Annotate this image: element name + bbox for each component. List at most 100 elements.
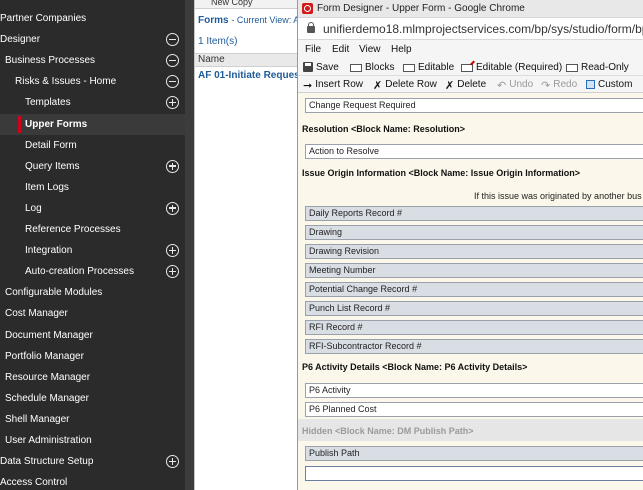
delete-row-icon: ✗ <box>373 80 383 92</box>
redo-button[interactable]: ↷ Redo <box>541 78 578 92</box>
sidebar-item-shell-manager[interactable]: Shell Manager <box>0 409 185 430</box>
sidebar-item-designer[interactable]: Designer <box>0 29 185 50</box>
items-count: 1 Item(s) <box>198 36 238 47</box>
form-canvas: Change Request Required Resolution <Bloc… <box>298 93 643 490</box>
column-header-name[interactable]: Name <box>195 53 298 67</box>
block-hidden-publish-path[interactable]: Hidden <Block Name: DM Publish Path> <box>302 426 474 436</box>
undo-button[interactable]: ↶ Undo <box>497 78 534 92</box>
minus-circle-icon[interactable] <box>166 33 179 47</box>
field-publish-path[interactable]: Publish Path <box>305 446 643 461</box>
sidebar-item-reference-processes[interactable]: Reference Processes <box>0 219 185 240</box>
sidebar-item-detail-form[interactable]: Detail Form <box>0 135 185 156</box>
field-p6-planned-cost[interactable]: P6 Planned Cost <box>305 402 643 417</box>
sidebar-item-access-control[interactable]: Access Control <box>0 472 185 490</box>
sidebar-item-log[interactable]: Log <box>0 198 185 219</box>
menu-view[interactable]: View <box>359 44 381 55</box>
menu-file[interactable]: File <box>305 44 321 55</box>
minus-circle-icon[interactable] <box>166 75 179 89</box>
forms-list-toolbar[interactable]: New Copy <box>195 0 298 9</box>
sidebar-item-upper-forms[interactable]: Upper Forms <box>0 113 185 135</box>
block-resolution[interactable]: Resolution <Block Name: Resolution> <box>302 124 465 134</box>
menu-help[interactable]: Help <box>391 44 412 55</box>
menu-edit[interactable]: Edit <box>332 44 349 55</box>
read-only-icon <box>566 64 578 72</box>
delete-row-button[interactable]: ✗ Delete Row <box>373 78 437 92</box>
editable-required-button[interactable]: Editable (Required) <box>461 61 562 74</box>
current-view-label[interactable]: - Current View: A <box>231 15 299 25</box>
plus-circle-icon[interactable] <box>166 244 179 258</box>
url-text[interactable]: unifierdemo18.mlmprojectservices.com/bp/… <box>323 22 643 36</box>
form-designer-toolbar-secondary: ➞ Insert Row ✗ Delete Row ✗ Delete ↶ Undo ↷ R… <box>298 76 643 93</box>
block-p6-activity[interactable]: P6 Activity Details <Block Name: P6 Acti… <box>302 362 527 372</box>
editable-required-icon <box>461 64 473 72</box>
sidebar-item-portfolio-manager[interactable]: Portfolio Manager <box>0 346 185 367</box>
save-button[interactable]: Save <box>303 61 339 74</box>
sidebar-item-label: Schedule Manager <box>5 392 89 404</box>
sidebar-scrollbar[interactable] <box>185 0 194 490</box>
sidebar-item-integration[interactable]: Integration <box>0 240 185 261</box>
forms-list-panel: New Copy Forms - Current View: A 1 Item(… <box>194 0 303 490</box>
field-rfi-record[interactable]: RFI Record # <box>305 320 643 335</box>
blocks-icon <box>350 64 362 72</box>
redo-label: Redo <box>553 79 578 90</box>
read-only-button[interactable]: Read-Only <box>566 61 629 74</box>
table-row[interactable]: AF 01-Initiate Request <box>198 70 303 81</box>
field-daily-reports-record[interactable]: Daily Reports Record # <box>305 206 643 221</box>
form-designer-toolbar: Save Blocks Editable Editable (Required)… <box>298 59 643 76</box>
field-drawing-revision[interactable]: Drawing Revision <box>305 244 643 259</box>
sidebar-item-data-structure-setup[interactable]: Data Structure Setup <box>0 451 185 472</box>
insert-row-button[interactable]: ➞ Insert Row <box>303 78 364 92</box>
app-logo-icon <box>302 3 313 14</box>
field-potential-change-record[interactable]: Potential Change Record # <box>305 282 643 297</box>
sidebar-item-templates[interactable]: Templates <box>0 92 185 113</box>
sidebar-item-partner-companies[interactable]: Partner Companies <box>0 8 185 29</box>
delete-icon: ✗ <box>445 80 455 92</box>
window-title-bar[interactable]: Form Designer - Upper Form - Google Chro… <box>298 0 643 18</box>
plus-circle-icon[interactable] <box>166 96 179 110</box>
insert-row-label: Insert Row <box>315 79 364 90</box>
field-empty-input[interactable] <box>305 466 643 481</box>
navigation-sidebar: Partner Companies Designer Business Proces… <box>0 0 185 490</box>
sidebar-item-resource-manager[interactable]: Resource Manager <box>0 367 185 388</box>
undo-label: Undo <box>509 79 534 90</box>
custom-button[interactable]: Custom <box>586 78 632 91</box>
field-meeting-number[interactable]: Meeting Number <box>305 263 643 278</box>
editable-button[interactable]: Editable <box>403 61 454 74</box>
sidebar-item-query-items[interactable]: Query Items <box>0 156 185 177</box>
sidebar-item-label: Resource Manager <box>5 371 91 383</box>
field-punch-list-record[interactable]: Punch List Record # <box>305 301 643 316</box>
sidebar-item-schedule-manager[interactable]: Schedule Manager <box>0 388 185 409</box>
plus-circle-icon[interactable] <box>166 265 179 279</box>
plus-circle-icon[interactable] <box>166 455 179 469</box>
sidebar-item-label: Business Processes <box>5 55 96 67</box>
field-action-to-resolve[interactable]: Action to Resolve <box>305 144 643 159</box>
field-p6-activity[interactable]: P6 Activity <box>305 383 643 398</box>
minus-circle-icon[interactable] <box>166 54 179 68</box>
sidebar-item-label: Portfolio Manager <box>5 350 84 362</box>
sidebar-item-label: Cost Manager <box>5 308 68 320</box>
sidebar-item-risks-issues-home[interactable]: Risks & Issues - Home <box>0 71 185 92</box>
sidebar-item-auto-creation-processes[interactable]: Auto-creation Processes <box>0 261 185 282</box>
forms-title-label: Forms <box>198 15 229 26</box>
save-label: Save <box>316 62 339 73</box>
read-only-label: Read-Only <box>581 62 629 73</box>
field-rfi-subcontractor-record[interactable]: RFI-Subcontractor Record # <box>305 339 643 354</box>
plus-circle-icon[interactable] <box>166 159 179 173</box>
lock-icon <box>307 22 315 33</box>
plus-circle-icon[interactable] <box>166 201 179 215</box>
sidebar-item-cost-manager[interactable]: Cost Manager <box>0 303 185 324</box>
sidebar-item-label: Data Structure Setup <box>0 456 94 468</box>
blocks-button[interactable]: Blocks <box>350 61 394 74</box>
field-change-request-required[interactable]: Change Request Required <box>305 98 643 113</box>
editable-icon <box>403 64 415 72</box>
field-drawing[interactable]: Drawing <box>305 225 643 240</box>
sidebar-item-configurable-modules[interactable]: Configurable Modules <box>0 282 185 303</box>
sidebar-item-item-logs[interactable]: Item Logs <box>0 177 185 198</box>
sidebar-item-document-manager[interactable]: Document Manager <box>0 325 185 346</box>
address-bar[interactable]: unifierdemo18.mlmprojectservices.com/bp/… <box>298 18 643 40</box>
sidebar-item-user-administration[interactable]: User Administration <box>0 430 185 451</box>
sidebar-item-business-processes[interactable]: Business Processes <box>0 50 185 71</box>
delete-button[interactable]: ✗ Delete <box>445 78 486 92</box>
sidebar-item-label: Risks & Issues - Home <box>15 76 117 88</box>
block-issue-origin[interactable]: Issue Origin Information <Block Name: Is… <box>302 168 580 178</box>
